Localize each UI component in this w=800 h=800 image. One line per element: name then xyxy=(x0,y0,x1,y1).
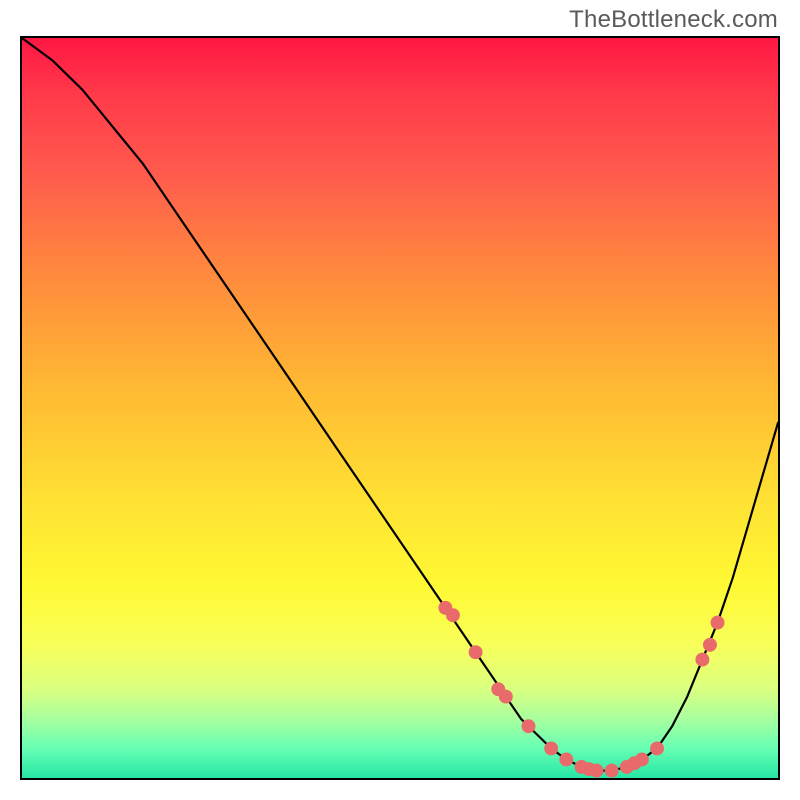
highlight-dot xyxy=(651,742,664,755)
highlight-dot xyxy=(696,653,709,666)
highlight-dot xyxy=(499,690,512,703)
highlight-dot xyxy=(605,764,618,777)
bottleneck-curve xyxy=(22,38,778,771)
highlight-dots xyxy=(439,601,724,777)
highlight-dot xyxy=(703,638,716,651)
curve-svg xyxy=(22,38,778,778)
highlight-dot xyxy=(469,646,482,659)
chart-container: TheBottleneck.com xyxy=(0,0,800,800)
watermark-text: TheBottleneck.com xyxy=(569,6,778,34)
highlight-dot xyxy=(560,753,573,766)
highlight-dot xyxy=(711,616,724,629)
plot-area xyxy=(20,36,780,780)
highlight-dot xyxy=(590,764,603,777)
highlight-dot xyxy=(446,609,459,622)
highlight-dot xyxy=(522,720,535,733)
highlight-dot xyxy=(635,753,648,766)
highlight-dot xyxy=(545,742,558,755)
